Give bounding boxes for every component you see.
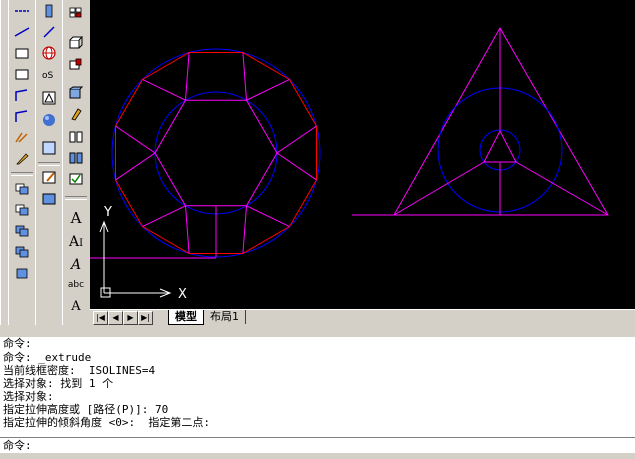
- pencil-icon[interactable]: [11, 147, 33, 168]
- find-text-icon[interactable]: A: [65, 296, 87, 317]
- spoke-line: [276, 152, 317, 181]
- pline-icon[interactable]: [11, 21, 33, 42]
- spoke-line: [276, 125, 317, 154]
- spline-icon[interactable]: [11, 126, 33, 147]
- circle-icon[interactable]: [11, 105, 33, 126]
- tab-layout1[interactable]: 布局1: [204, 310, 246, 324]
- outer-triangle: [393, 26, 609, 216]
- triangle-median: [393, 161, 485, 216]
- inner-triangle: [483, 129, 517, 163]
- text-style-icon[interactable]: A: [65, 254, 87, 275]
- box-icon[interactable]: [38, 137, 60, 158]
- mirror-icon[interactable]: [11, 199, 33, 220]
- edit-icon[interactable]: [38, 166, 60, 187]
- wedge-icon[interactable]: [65, 53, 87, 74]
- inner-hexagon: [154, 99, 278, 207]
- command-history-line: 当前线框密度: ISOLINES=4: [3, 364, 156, 377]
- spoke-line: [115, 125, 156, 154]
- spell-check-icon[interactable]: abc: [65, 275, 87, 296]
- command-input[interactable]: 命令:: [0, 437, 635, 453]
- polygon-icon[interactable]: [11, 63, 33, 84]
- view-icon[interactable]: [38, 188, 60, 209]
- toolbar-separator: [65, 196, 87, 200]
- slice-icon[interactable]: [65, 147, 87, 168]
- triangle-median: [515, 161, 609, 216]
- ucs-y-label: Y: [103, 205, 112, 220]
- cylinder-icon[interactable]: [65, 82, 87, 103]
- offset-icon[interactable]: [11, 220, 33, 241]
- command-history-line: 指定拉伸的倾斜角度 <0>: 指定第二点:: [3, 416, 210, 429]
- check-icon[interactable]: [65, 168, 87, 189]
- mtext-icon[interactable]: AI: [65, 231, 87, 252]
- spoke-line: [115, 152, 156, 181]
- globe-icon[interactable]: [38, 42, 60, 63]
- sphere-icon[interactable]: [38, 109, 60, 130]
- toolbar-separator: [11, 172, 33, 176]
- copy-icon[interactable]: [11, 178, 33, 199]
- command-prompt: 命令:: [3, 439, 32, 452]
- command-history: 命令: 命令: _extrude 当前线框密度: ISOLINES=4 选择对象…: [0, 337, 635, 450]
- move-icon[interactable]: [11, 262, 33, 283]
- section-icon[interactable]: [65, 126, 87, 147]
- line-icon[interactable]: [11, 0, 33, 21]
- erase-icon[interactable]: [38, 0, 60, 21]
- spoke-line: [246, 205, 290, 227]
- command-history-line: 选择对象: 找到 1 个: [3, 377, 114, 390]
- command-history-line: 命令:: [3, 337, 32, 350]
- tab-model[interactable]: 模型: [168, 310, 204, 325]
- command-history-line: 命令: _extrude: [3, 351, 92, 364]
- hatch-icon[interactable]: [38, 87, 60, 108]
- text-icon[interactable]: A: [65, 208, 87, 229]
- revolve-icon[interactable]: [65, 103, 87, 124]
- layout-tabs-bar: |◀ ◀ ▶ ▶| 模型 布局1: [90, 309, 635, 326]
- grid-icon[interactable]: [65, 2, 87, 23]
- box-solid-icon[interactable]: [65, 32, 87, 53]
- spoke-line: [142, 79, 186, 101]
- first-tab-button[interactable]: |◀: [93, 311, 108, 325]
- spoke-line: [142, 205, 186, 227]
- array-icon[interactable]: [11, 241, 33, 262]
- object-snap-icon[interactable]: oS: [38, 63, 60, 84]
- explode-icon[interactable]: [38, 21, 60, 42]
- command-history-line: 指定拉伸高度或 [路径(P)]: 70: [3, 403, 169, 416]
- spoke-line: [185, 52, 190, 101]
- prev-tab-button[interactable]: ◀: [108, 311, 123, 325]
- rectangle-icon[interactable]: [11, 42, 33, 63]
- drawing-svg: Y X: [90, 26, 609, 302]
- triangle-circle-drawing: [352, 26, 609, 216]
- spoke-line: [242, 205, 247, 254]
- svg-text:oS: oS: [42, 71, 54, 81]
- arc-icon[interactable]: [11, 84, 33, 105]
- hexagonal-prism-drawing: [90, 48, 321, 259]
- next-tab-button[interactable]: ▶: [123, 311, 138, 325]
- ucs-icon: [99, 220, 172, 298]
- drawing-canvas[interactable]: Y X: [90, 0, 635, 309]
- spoke-line: [246, 79, 290, 101]
- inner-circle: [154, 91, 278, 215]
- ucs-x-label: X: [178, 287, 187, 302]
- last-tab-button[interactable]: ▶|: [138, 311, 153, 325]
- command-history-line: 选择对象:: [3, 390, 54, 403]
- spoke-line: [242, 52, 247, 101]
- spoke-line: [185, 205, 190, 254]
